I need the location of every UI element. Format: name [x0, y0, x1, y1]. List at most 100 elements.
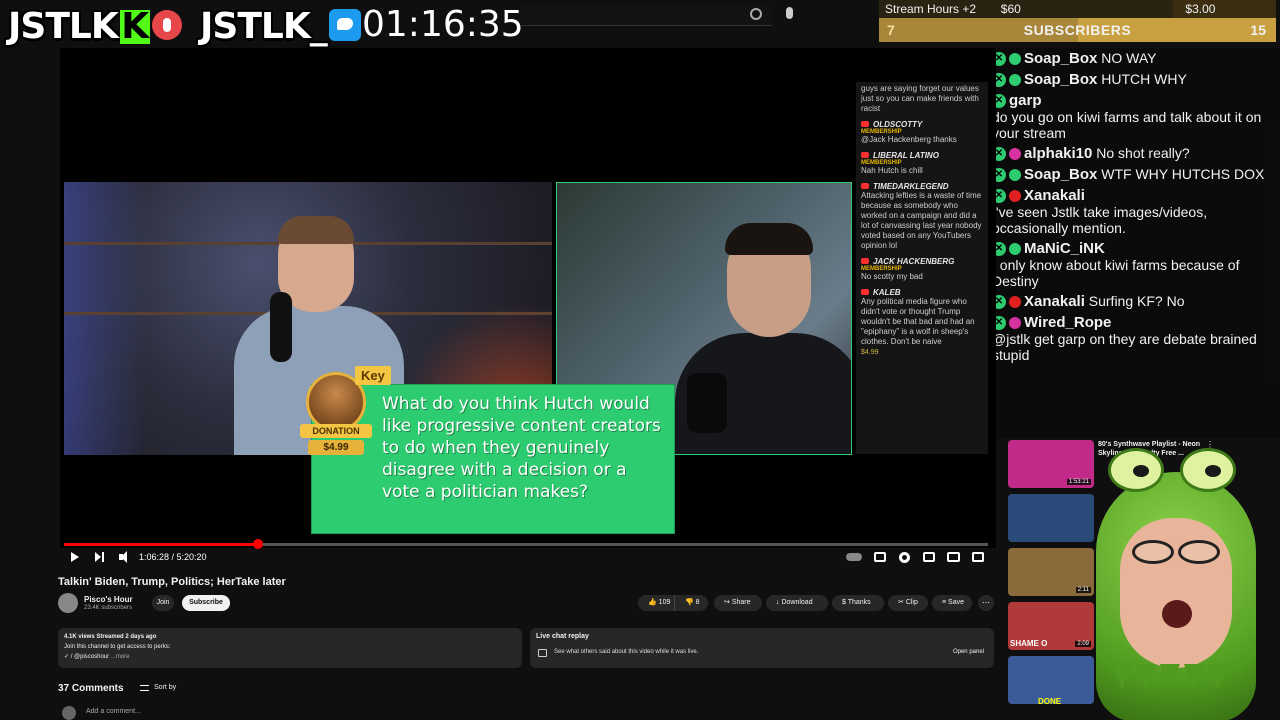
- share-label: Share: [731, 599, 751, 606]
- chat-text: I only know about kiwi farms because of …: [992, 257, 1240, 289]
- stream-clock: 01:16:35: [362, 4, 524, 45]
- chat-message: ✕ Soap_Box NO WAY: [988, 48, 1280, 69]
- subtitles-icon[interactable]: [874, 552, 886, 562]
- theater-mode-icon[interactable]: [947, 552, 960, 562]
- kermit-mascot-overlay: [1082, 448, 1278, 720]
- save-button[interactable]: ≡ Save: [932, 595, 972, 611]
- donation-amount: $4.99: [308, 440, 364, 455]
- channel-handle[interactable]: ✓ / @piscoshour: [64, 654, 109, 660]
- live-chat-entry: KALEB Any political media figure who didn…: [861, 288, 983, 356]
- volume-icon[interactable]: [119, 550, 129, 564]
- chat-text: I've seen Jstlk take images/videos, occa…: [992, 204, 1208, 236]
- super-chat-amount: $4.99: [861, 349, 879, 356]
- like-count: 109: [658, 599, 671, 606]
- fullscreen-icon[interactable]: [972, 552, 984, 562]
- progress-bar[interactable]: [64, 539, 988, 549]
- sort-icon[interactable]: [140, 685, 149, 691]
- comments-count: 37 Comments: [58, 683, 124, 694]
- open-panel-button[interactable]: Open panel: [953, 649, 984, 655]
- live-chat-entry: LIBERAL LATINO MEMBERSHIP Nah Hutch is chi…: [861, 151, 983, 176]
- more-actions-button[interactable]: ⋯: [978, 595, 994, 611]
- description-line: Join this channel to get access to perks…: [64, 644, 171, 650]
- live-chat-replay-box: Live chat replay See what others said ab…: [530, 628, 994, 668]
- miniplayer-icon[interactable]: [923, 552, 935, 562]
- save-label: Save: [948, 599, 964, 606]
- record-icon: [151, 10, 182, 40]
- live-chat-entry: TIMEDARKLEGEND Attacking lefties is a was…: [861, 182, 983, 251]
- chat-top-text: guys are saying forget our values just s…: [861, 84, 979, 113]
- chat-username: Soap_Box: [1024, 71, 1098, 88]
- brand-text: JSTLK_: [200, 6, 328, 47]
- chat-username: garp: [1009, 92, 1042, 109]
- chat-username: Wired_Rope: [1024, 314, 1112, 331]
- chat-message: ✕ Soap_Box WTF WHY HUTCHS DOX: [988, 164, 1280, 185]
- user-avatar: [62, 706, 76, 720]
- thumbnail-text: SHAME O: [1010, 639, 1048, 648]
- twitter-brand: JSTLK_: [200, 6, 361, 47]
- video-title: Talkin' Biden, Trump, Politics; HerTake …: [58, 576, 286, 588]
- live-chat-replay-title: Live chat replay: [536, 633, 589, 640]
- chat-author: KALEB: [861, 288, 983, 297]
- stream-hours-bar: Stream Hours +2 $3.00 $60: [879, 0, 1276, 18]
- brand-text: JSTLK: [8, 6, 119, 47]
- chat-author: JACK HACKENBERG: [861, 257, 983, 266]
- chat-icon: [538, 649, 547, 657]
- chat-text: Nah Hutch is chill: [861, 166, 923, 175]
- chat-message: ✕ alphaki10 No shot really?: [988, 143, 1280, 164]
- live-chat-replay-desc: See what others said about this video wh…: [554, 649, 699, 655]
- add-comment-input[interactable]: Add a comment...: [86, 708, 141, 715]
- channel-avatar[interactable]: [58, 593, 78, 613]
- chat-text: No scotty my bad: [861, 272, 923, 281]
- chat-username: Soap_Box: [1024, 166, 1098, 183]
- chat-text: Surfing KF? No: [1088, 293, 1185, 309]
- subs-goal: 15: [1250, 22, 1266, 38]
- chat-message: ✕ Wired_Rope @jstlk get garp on they are d…: [988, 312, 1280, 365]
- next-icon[interactable]: [95, 550, 105, 564]
- clip-button[interactable]: ✂ Clip: [888, 595, 928, 611]
- chat-username: MaNiC_iNK: [1024, 240, 1105, 257]
- chat-message: ✕ garp do you go on kiwi farms and talk ab…: [988, 90, 1280, 143]
- sort-by-button[interactable]: Sort by: [154, 684, 176, 691]
- subscriber-goal-bar: 7 SUBSCRIBERS 15: [879, 18, 1276, 42]
- live-chat-entry: JACK HACKENBERG MEMBERSHIP No scotty my ba…: [861, 257, 983, 282]
- settings-gear-icon[interactable]: [899, 552, 910, 563]
- kick-brand: JSTLKK: [8, 6, 182, 47]
- clip-label: Clip: [905, 599, 918, 606]
- stream-amount-mid: $3.00: [1185, 2, 1216, 16]
- description-box[interactable]: 4.1K views Streamed 2 days ago Join this…: [58, 628, 522, 668]
- microphone-icon[interactable]: [786, 7, 793, 19]
- autoplay-toggle[interactable]: [846, 553, 862, 561]
- user-badge-icon: [1009, 296, 1021, 309]
- user-badge-icon: [1009, 317, 1021, 330]
- show-more-link[interactable]: ...more: [111, 654, 130, 660]
- dislike-count: 8: [695, 599, 700, 606]
- thanks-button[interactable]: $ Thanks: [832, 595, 884, 611]
- dislike-button[interactable]: 👎 8: [674, 595, 708, 611]
- download-button[interactable]: ↓ Download: [766, 595, 828, 611]
- donation-label: DONATION: [300, 424, 372, 438]
- progress-knob[interactable]: [253, 539, 264, 549]
- play-icon[interactable]: [71, 552, 79, 562]
- chat-text: WTF WHY HUTCHS DOX: [1101, 166, 1265, 182]
- thumbnail-text: DONE: [1038, 697, 1062, 704]
- like-button[interactable]: 👍 109: [638, 595, 674, 611]
- chat-username: alphaki10: [1024, 145, 1093, 162]
- search-icon[interactable]: [750, 8, 762, 20]
- chat-author: LIBERAL LATINO: [861, 151, 983, 160]
- donation-message: What do you think Hutch would like progr…: [382, 394, 661, 502]
- user-badge-icon: [1009, 53, 1021, 66]
- kick-logo-icon: K: [119, 6, 150, 47]
- search-input[interactable]: [520, 4, 772, 26]
- chat-username: Xanakali: [1024, 293, 1085, 310]
- join-button[interactable]: Join: [152, 595, 174, 611]
- channel-name[interactable]: Pisco's Hour: [84, 595, 133, 604]
- chat-text: HUTCH WHY: [1101, 71, 1187, 87]
- subscribe-button[interactable]: Subscribe: [182, 595, 230, 611]
- subs-label: SUBSCRIBERS: [1023, 22, 1132, 38]
- share-button[interactable]: ↪ Share: [714, 595, 762, 611]
- donor-name: Key: [355, 366, 391, 385]
- stream-amount-right: $60: [1000, 2, 1021, 16]
- thanks-label: Thanks: [847, 599, 871, 606]
- chat-author: TIMEDARKLEGEND: [861, 182, 983, 191]
- chat-text: NO WAY: [1101, 50, 1157, 66]
